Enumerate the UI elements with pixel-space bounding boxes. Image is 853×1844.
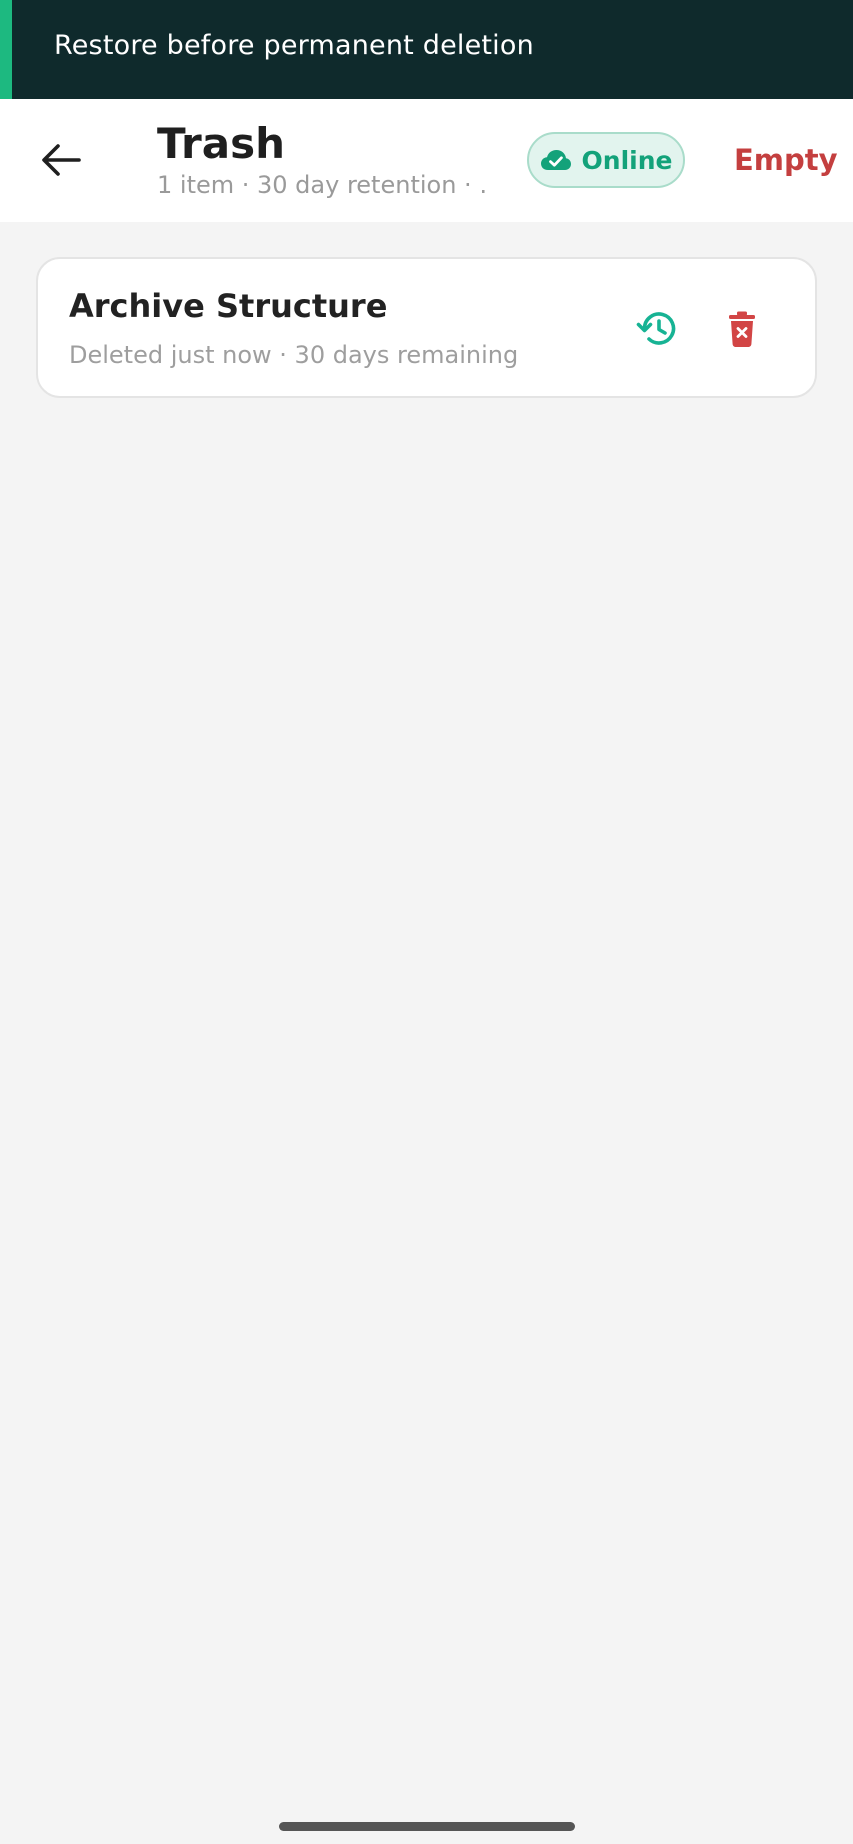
snackbar-accent-bar: [0, 0, 12, 99]
sync-status-badge[interactable]: Online: [527, 132, 685, 188]
page-title: Trash: [157, 119, 285, 168]
restore-history-icon: [636, 312, 676, 345]
home-indicator[interactable]: [279, 1822, 575, 1831]
app-bar: Trash 1 item · 30 day retention · … Onli…: [0, 99, 853, 222]
restore-button[interactable]: [632, 305, 680, 353]
trash-screen: Restore before permanent deletion Trash …: [0, 0, 853, 1844]
empty-trash-button[interactable]: Empty: [734, 143, 838, 177]
cloud-check-icon: [540, 150, 571, 170]
delete-forever-button[interactable]: [718, 305, 766, 353]
trash-item-meta: Deleted just now · 30 days remaining: [69, 341, 519, 369]
snackbar-message: Restore before permanent deletion: [54, 30, 534, 61]
sync-status-label: Online: [581, 145, 673, 175]
back-button[interactable]: [36, 137, 86, 183]
trash-item-card[interactable]: Archive Structure Deleted just now · 30 …: [36, 257, 817, 398]
page-subtitle: 1 item · 30 day retention · …: [157, 171, 487, 199]
delete-forever-icon: [729, 311, 755, 347]
snackbar: Restore before permanent deletion: [0, 0, 853, 99]
arrow-left-icon: [42, 144, 81, 176]
trash-item-title: Archive Structure: [69, 287, 388, 325]
